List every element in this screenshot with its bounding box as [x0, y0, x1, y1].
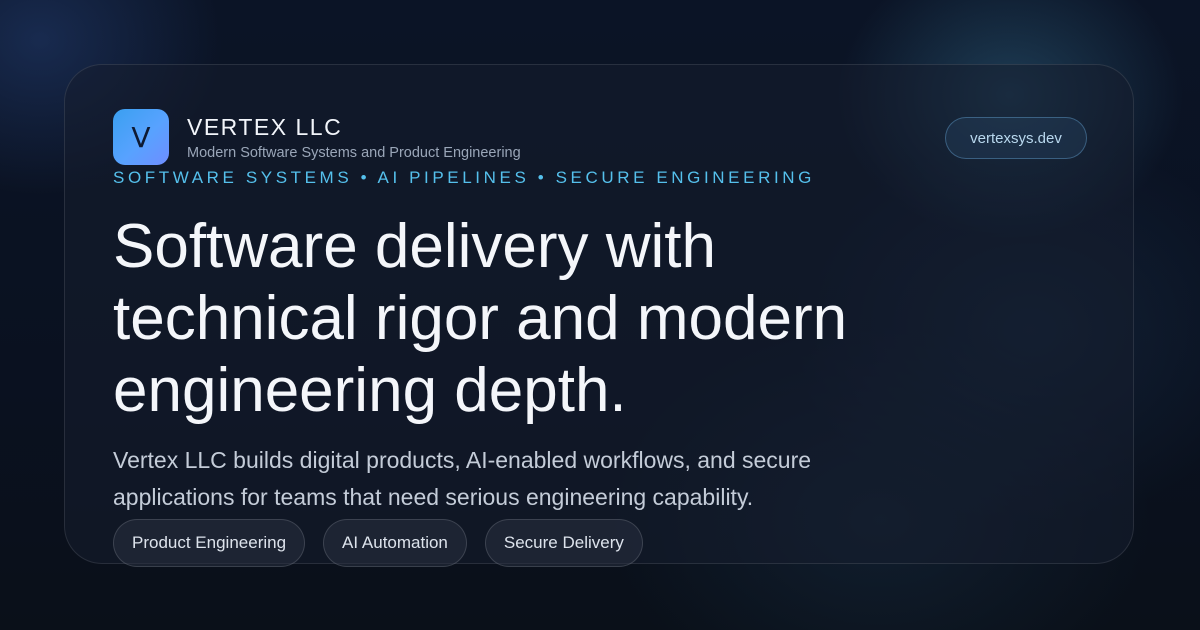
description: Vertex LLC builds digital products, AI-e… [113, 442, 993, 516]
brand-logo: V [113, 109, 169, 165]
description-line-1: Vertex LLC builds digital products, AI-e… [113, 447, 812, 473]
tag-product-engineering: Product Engineering [113, 519, 306, 567]
tag-secure-delivery: Secure Delivery [484, 519, 643, 567]
tag-list: Product Engineering AI Automation Secure… [113, 519, 643, 567]
page-headline: Software delivery with technical rigor a… [113, 211, 1013, 427]
website-link[interactable]: vertexsys.dev [945, 117, 1087, 159]
logo-letter: V [131, 120, 151, 154]
brand-name: VERTEX LLC [187, 114, 343, 140]
headline-line-1: Software delivery with [113, 212, 717, 281]
brand-tagline: Modern Software Systems and Product Engi… [187, 145, 521, 161]
description-line-2: applications for teams that need serious… [113, 484, 754, 510]
kicker-text: SOFTWARE SYSTEMS • AI PIPELINES • SECURE… [113, 168, 815, 187]
headline-line-2: technical rigor and modern [113, 284, 848, 353]
tag-ai-automation: AI Automation [323, 519, 467, 567]
headline-line-3: engineering depth. [113, 356, 627, 425]
